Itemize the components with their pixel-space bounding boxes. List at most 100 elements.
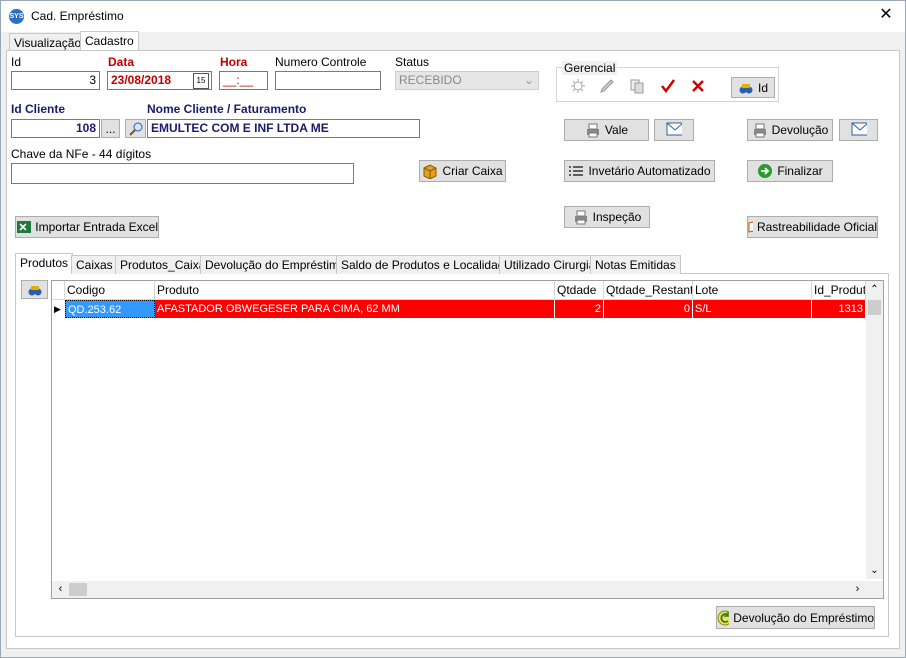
finalizar-button[interactable]: Finalizar <box>747 160 833 182</box>
id-button[interactable]: Id <box>731 77 775 98</box>
nome-cliente-label: Nome Cliente / Faturamento <box>147 102 307 116</box>
devolucao-emprestimo-button-label: Devolução do Empréstimo <box>733 610 874 625</box>
id-label: Id <box>11 55 22 69</box>
scroll-right-icon[interactable]: › <box>849 581 866 598</box>
ellipsis-button[interactable]: ... <box>101 119 120 138</box>
row-indicator-icon: ▶ <box>52 300 65 318</box>
data-value: 23/08/2018 <box>111 73 172 87</box>
criar-caixa-button-label: Criar Caixa <box>442 164 503 178</box>
id-cliente-field[interactable]: 108 <box>11 119 100 138</box>
email-devolucao-button[interactable] <box>839 119 878 141</box>
scroll-up-icon[interactable]: ⌃ <box>866 281 883 298</box>
envelope-icon <box>851 122 867 136</box>
title-bar: SYS Cad. Empréstimo ✕ <box>1 1 905 32</box>
edit-icon[interactable] <box>599 78 615 94</box>
binoculars-icon <box>739 83 753 93</box>
inventario-button[interactable]: Invetário Automatizado <box>564 160 715 182</box>
subtab-produtos-caixa[interactable]: Produtos_Caixa <box>115 255 211 274</box>
finalizar-button-label: Finalizar <box>777 164 823 178</box>
vale-button[interactable]: Vale <box>564 119 649 141</box>
app-icon: SYS <box>9 9 24 24</box>
inspecao-button[interactable]: Inspeção <box>564 206 650 228</box>
new-icon[interactable] <box>570 78 586 94</box>
devolucao-button-label: Devolução <box>771 123 829 137</box>
cell-qtdade-restante[interactable]: 0 <box>604 300 693 318</box>
vertical-scrollbar[interactable]: ⌃ ⌄ <box>866 281 883 579</box>
devolucao-button[interactable]: Devolução <box>747 119 833 141</box>
rastreabilidade-button[interactable]: Rastreabilidade Oficial <box>747 216 878 238</box>
hora-field[interactable]: __:__ <box>219 71 268 90</box>
col-header-lote[interactable]: Lote <box>693 281 812 300</box>
id-button-label: Id <box>757 80 768 95</box>
nome-cliente-field[interactable]: EMULTEC COM E INF LTDA ME <box>147 119 420 138</box>
return-arrow-icon <box>717 610 730 625</box>
hora-label: Hora <box>220 55 248 69</box>
grid-search-button[interactable] <box>21 280 48 299</box>
list-icon <box>569 166 584 176</box>
cell-id-produto[interactable]: 1313 <box>812 300 866 318</box>
scroll-left-icon[interactable]: ‹ <box>52 581 69 598</box>
scroll-down-icon[interactable]: ⌄ <box>866 562 883 579</box>
col-header-qtdade[interactable]: Qtdade <box>555 281 604 300</box>
vertical-scroll-thumb[interactable] <box>868 300 881 315</box>
chevron-down-icon: ⌄ <box>523 73 534 87</box>
printer-icon <box>586 123 599 138</box>
rastreabilidade-button-label: Rastreabilidade Oficial <box>756 220 877 234</box>
gerencial-label: Gerencial <box>562 61 618 75</box>
cell-qtdade[interactable]: 2 <box>555 300 604 318</box>
printer-icon <box>574 210 587 225</box>
close-icon[interactable]: ✕ <box>877 6 895 24</box>
confirm-check-icon[interactable] <box>660 78 676 94</box>
status-select[interactable]: RECEBIDO ⌄ <box>395 71 539 90</box>
id-field[interactable]: 3 <box>11 71 100 90</box>
book-icon <box>748 221 753 233</box>
envelope-icon <box>666 122 682 136</box>
horizontal-scrollbar[interactable]: ‹ › <box>52 581 866 598</box>
cell-lote[interactable]: S/L <box>693 300 812 318</box>
binoculars-icon <box>28 285 41 295</box>
col-header-id-produto[interactable]: Id_Produto <box>812 281 866 300</box>
chave-nfe-field[interactable] <box>11 163 354 184</box>
search-client-button[interactable] <box>125 119 146 138</box>
subtab-produtos[interactable]: Produtos <box>15 253 74 274</box>
chave-nfe-label: Chave da NFe - 44 dígitos <box>11 147 152 161</box>
box-icon <box>423 164 437 179</box>
numero-controle-label: Numero Controle <box>275 55 367 69</box>
subtab-utilizado-cirurgia[interactable]: Utilizado Cirurgia <box>499 255 601 274</box>
inspecao-button-label: Inspeção <box>592 210 642 224</box>
cell-codigo[interactable]: QD.253.62 <box>65 300 155 318</box>
col-header-produto[interactable]: Produto <box>155 281 555 300</box>
criar-caixa-button[interactable]: Criar Caixa <box>419 160 506 182</box>
excel-icon <box>17 221 31 233</box>
status-value: RECEBIDO <box>399 73 462 87</box>
numero-controle-field[interactable] <box>275 71 381 90</box>
id-cliente-label: Id Cliente <box>11 102 66 116</box>
printer-icon <box>753 123 766 138</box>
col-header-codigo[interactable]: Codigo <box>65 281 155 300</box>
arrow-right-circle-icon <box>758 164 773 178</box>
window-title: Cad. Empréstimo <box>31 9 124 23</box>
calendar-icon[interactable]: 15 <box>193 73 209 89</box>
main-window: SYS Cad. Empréstimo ✕ Visualização Cadas… <box>0 0 906 658</box>
inventario-button-label: Invetário Automatizado <box>588 164 711 178</box>
cancel-x-icon[interactable] <box>690 78 706 94</box>
col-header-qtdade-restante[interactable]: Qtdade_Restante <box>604 281 693 300</box>
horizontal-scroll-thumb[interactable] <box>69 583 87 596</box>
subtab-caixas[interactable]: Caixas <box>71 255 118 274</box>
products-grid[interactable]: Codigo Produto Qtdade Qtdade_Restante Lo… <box>51 280 884 599</box>
importar-excel-button[interactable]: Importar Entrada Excel <box>15 216 159 238</box>
vale-button-label: Vale <box>604 123 629 137</box>
subtab-saldo-produtos[interactable]: Saldo de Produtos e Localidade <box>336 255 517 274</box>
status-label: Status <box>395 55 430 69</box>
email-vale-button[interactable] <box>654 119 694 141</box>
data-field[interactable]: 23/08/2018 15 <box>107 71 212 90</box>
subtab-notas-emitidas[interactable]: Notas Emitidas <box>590 255 681 274</box>
row-indicator-header <box>52 281 65 300</box>
scroll-corner <box>866 581 883 598</box>
importar-excel-button-label: Importar Entrada Excel <box>35 220 158 234</box>
magnifier-icon <box>128 122 142 136</box>
cell-produto[interactable]: AFASTADOR OBWEGESER PARA CIMA, 62 MM <box>155 300 555 318</box>
copy-icon[interactable] <box>629 78 645 94</box>
devolucao-emprestimo-button[interactable]: Devolução do Empréstimo <box>716 606 875 629</box>
subtab-devolucao-emprestimo[interactable]: Devolução do Empréstimo <box>200 255 351 274</box>
